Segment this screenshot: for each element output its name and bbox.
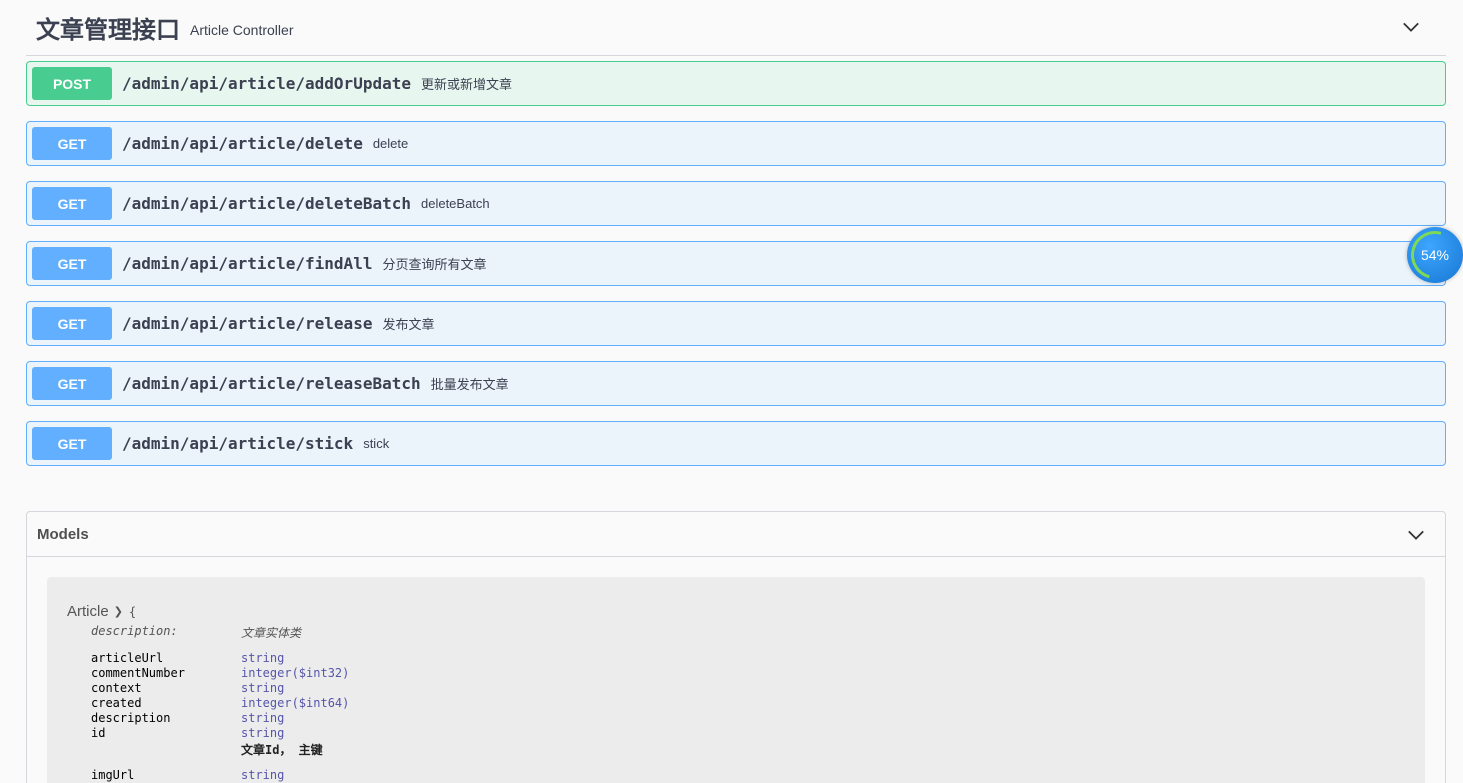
operation-path: /admin/api/article/releaseBatch [122,374,421,393]
chevron-down-icon[interactable] [1402,18,1420,36]
operation-summary: 批量发布文章 [430,377,509,392]
property-note: 文章Id， 主键 [241,743,323,757]
operation-releaseBatch[interactable]: GET /admin/api/article/releaseBatch 批量发布… [26,361,1446,406]
property-name: id [91,726,106,740]
method-badge: GET [32,427,112,460]
operation-path: /admin/api/article/addOrUpdate [122,74,411,93]
operation-summary: 分页查询所有文章 [382,257,487,272]
operation-path: /admin/api/article/delete [122,134,363,153]
tag-description: Article Controller [190,21,294,38]
property-type: string [241,681,285,695]
model-name-toggle[interactable]: Article ❯ { [67,603,136,620]
operation-release[interactable]: GET /admin/api/article/release 发布文章 [26,301,1446,346]
property-name: description [91,711,171,725]
method-badge: POST [32,67,112,100]
operation-path: /admin/api/article/findAll [122,254,373,273]
operation-path: /admin/api/article/release [122,314,373,333]
chevron-down-icon[interactable]: ❯ [114,605,123,618]
property-type: integer($int32) [241,666,350,680]
property-name: articleUrl [91,651,164,665]
chevron-down-icon[interactable] [1407,526,1425,544]
property-name: created [91,696,142,710]
method-badge: GET [32,187,112,220]
tag-section: 文章管理接口 Article Controller [26,0,1446,56]
method-badge: GET [32,307,112,340]
models-header[interactable]: Models [27,512,1445,557]
operation-summary: delete [372,136,409,151]
property-type: string [241,726,285,740]
operation-path: /admin/api/article/stick [122,434,354,453]
method-badge: GET [32,367,112,400]
open-brace: { [128,604,137,619]
operation-summary: deleteBatch [420,196,490,211]
operation-path: /admin/api/article/deleteBatch [122,194,411,213]
method-badge: GET [32,247,112,280]
operation-findAll[interactable]: GET /admin/api/article/findAll 分页查询所有文章 [26,241,1446,286]
property-name: context [91,681,142,695]
property-type: string [241,768,285,782]
description-label: description: [91,624,178,638]
tag-title: 文章管理接口 [36,16,180,44]
description-value: 文章实体类 [241,626,302,640]
models-section: Models Article ❯ { description: 文章实体类 ar… [26,511,1446,783]
property-name: imgUrl [91,768,135,782]
operation-deleteBatch[interactable]: GET /admin/api/article/deleteBatch delet… [26,181,1446,226]
operation-summary: stick [363,436,390,451]
model-article: Article ❯ { description: 文章实体类 articleUr… [47,577,1425,783]
tag-header[interactable]: 文章管理接口 Article Controller [26,0,1446,56]
property-name: commentNumber [91,666,185,680]
operation-stick[interactable]: GET /admin/api/article/stick stick [26,421,1446,466]
operation-summary: 更新或新增文章 [420,77,512,92]
property-type: integer($int64) [241,696,350,710]
progress-badge[interactable]: 54% [1402,222,1463,288]
model-name: Article [67,603,109,620]
operation-summary: 发布文章 [382,317,435,332]
property-type: string [241,651,285,665]
progress-text: 54% [1420,247,1450,263]
method-badge: GET [32,127,112,160]
models-title: Models [37,525,89,543]
operation-addOrUpdate[interactable]: POST /admin/api/article/addOrUpdate 更新或新… [26,61,1446,106]
operation-delete[interactable]: GET /admin/api/article/delete delete [26,121,1446,166]
property-type: string [241,711,285,725]
